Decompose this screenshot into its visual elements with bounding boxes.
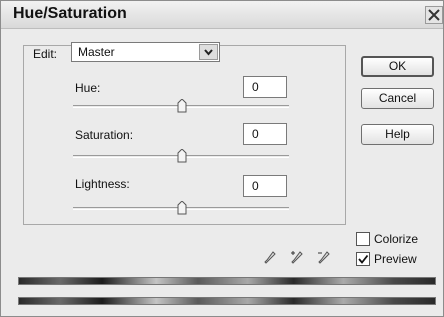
saturation-slider-thumb[interactable] — [177, 149, 187, 163]
hue-label: Hue: — [75, 81, 101, 95]
cancel-button[interactable]: Cancel — [361, 88, 434, 109]
lightness-input[interactable]: 0 — [243, 175, 287, 197]
hue-slider-thumb[interactable] — [177, 99, 187, 113]
help-button[interactable]: Help — [361, 124, 434, 145]
close-icon — [428, 9, 440, 21]
lightness-label: Lightness: — [75, 177, 130, 191]
edit-select[interactable]: Master — [71, 42, 220, 62]
preview-label: Preview — [374, 252, 417, 266]
lightness-slider-thumb[interactable] — [177, 201, 187, 215]
close-button[interactable] — [425, 6, 443, 24]
preview-checkbox[interactable] — [356, 252, 370, 266]
eyedropper-icon[interactable] — [263, 250, 277, 266]
edit-select-value: Master — [78, 45, 115, 59]
hue-input[interactable]: 0 — [243, 76, 287, 98]
colorize-label: Colorize — [374, 232, 419, 246]
dialog-title: Hue/Saturation — [13, 5, 127, 22]
edit-label: Edit: — [31, 47, 60, 61]
input-spectrum-bar — [18, 277, 436, 285]
saturation-input[interactable]: 0 — [243, 123, 287, 145]
eyedropper-plus-icon[interactable] — [290, 250, 304, 266]
adjustments-group — [23, 45, 346, 225]
checkmark-icon — [358, 254, 369, 264]
ok-button[interactable]: OK — [361, 56, 434, 77]
edit-select-arrow[interactable] — [199, 44, 218, 60]
title-bar[interactable]: Hue/Saturation — [1, 1, 443, 29]
output-spectrum-bar — [18, 297, 436, 305]
chevron-down-icon — [204, 49, 213, 56]
saturation-label: Saturation: — [75, 128, 134, 142]
colorize-checkbox[interactable] — [356, 232, 370, 246]
hue-saturation-dialog: Hue/Saturation Edit: Master Hue: 0 Satur… — [0, 0, 444, 317]
eyedropper-minus-icon[interactable] — [317, 250, 331, 266]
